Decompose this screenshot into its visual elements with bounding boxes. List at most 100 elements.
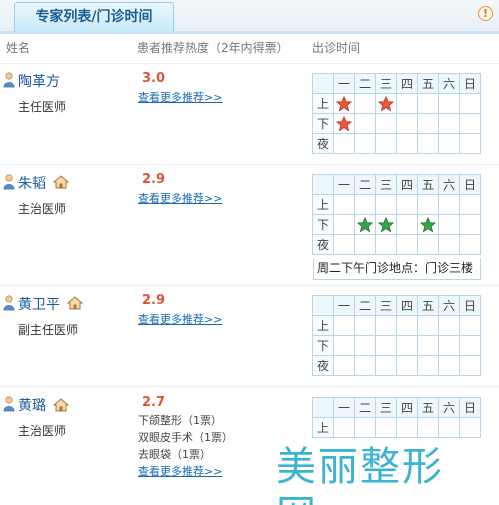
row-divider <box>0 386 499 387</box>
day-header: 二 <box>354 295 376 316</box>
schedule-cell <box>354 93 376 114</box>
period-label: 下 <box>312 113 334 134</box>
rating-score: 2.9 <box>142 172 166 187</box>
schedule-cell <box>354 214 376 235</box>
schedule-cell <box>396 113 418 134</box>
schedule-cell <box>396 315 418 336</box>
schedule-cell <box>396 234 418 255</box>
rating-score: 2.7 <box>142 395 166 410</box>
row-divider <box>0 164 499 165</box>
day-header: 三 <box>375 174 397 195</box>
green-star-icon <box>378 216 394 233</box>
day-header: 四 <box>396 174 418 195</box>
schedule-cell <box>459 214 481 235</box>
schedule-cell <box>438 194 460 215</box>
recommendation-item: 下颌整形（1票） <box>138 414 222 427</box>
day-header: 三 <box>375 73 397 94</box>
red-star-icon <box>336 115 352 132</box>
schedule-cell <box>459 113 481 134</box>
schedule-cell <box>438 214 460 235</box>
period-label: 下 <box>312 335 334 356</box>
column-header-name: 姓名 <box>6 41 31 55</box>
schedule-cell <box>375 335 397 356</box>
schedule-cell <box>438 417 460 438</box>
rating-score: 2.9 <box>142 293 166 308</box>
day-header: 六 <box>438 397 460 418</box>
schedule-cell <box>438 315 460 336</box>
doctor-title: 副主任医师 <box>18 323 79 337</box>
schedule-cell <box>417 194 439 215</box>
home-icon[interactable] <box>67 296 83 310</box>
day-header: 六 <box>438 295 460 316</box>
schedule-cell <box>354 194 376 215</box>
day-header: 一 <box>333 295 355 316</box>
watermark-text: 美丽整形网 <box>276 444 444 505</box>
schedule-table: 一 二 三 四 五 六 日 上 下 夜 <box>312 73 481 154</box>
home-icon[interactable] <box>53 175 69 189</box>
schedule-cell <box>438 113 460 134</box>
day-header: 五 <box>417 397 439 418</box>
day-header: 五 <box>417 295 439 316</box>
schedule-cell <box>375 93 397 114</box>
day-header: 五 <box>417 73 439 94</box>
more-recommendations-link[interactable]: 查看更多推荐>> <box>138 311 222 327</box>
schedule-cell <box>459 417 481 438</box>
schedule-cell <box>417 113 439 134</box>
schedule-cell <box>417 214 439 235</box>
home-icon[interactable] <box>53 398 69 412</box>
schedule-cell <box>354 113 376 134</box>
period-label: 夜 <box>312 355 334 376</box>
doctor-user-icon <box>3 396 15 412</box>
more-recommendations-link[interactable]: 查看更多推荐>> <box>138 190 222 206</box>
day-header: 一 <box>333 174 355 195</box>
schedule-cell <box>417 93 439 114</box>
schedule-cell <box>438 234 460 255</box>
schedule-cell <box>375 234 397 255</box>
doctor-name[interactable]: 朱韬 <box>18 173 46 193</box>
period-label: 上 <box>312 93 334 114</box>
schedule-cell <box>354 355 376 376</box>
schedule-cell <box>459 335 481 356</box>
red-star-icon <box>336 95 352 112</box>
info-icon[interactable]: ! <box>478 6 493 21</box>
schedule-corner <box>312 295 334 316</box>
day-header: 五 <box>417 174 439 195</box>
day-header: 日 <box>459 174 481 195</box>
top-bar: 专家列表/门诊时间 ! <box>0 0 499 34</box>
doctor-name[interactable]: 黄璐 <box>18 395 46 415</box>
schedule-cell <box>417 234 439 255</box>
schedule-cell <box>354 335 376 356</box>
day-header: 三 <box>375 295 397 316</box>
tab-expert-list[interactable]: 专家列表/门诊时间 <box>14 2 174 32</box>
more-recommendations-link[interactable]: 查看更多推荐>> <box>138 89 222 105</box>
doctor-title: 主治医师 <box>18 202 67 216</box>
day-header: 四 <box>396 397 418 418</box>
schedule-cell <box>396 417 418 438</box>
day-header: 日 <box>459 397 481 418</box>
schedule-cell <box>438 355 460 376</box>
doctor-user-icon <box>3 174 15 190</box>
red-star-icon <box>378 95 394 112</box>
day-header: 二 <box>354 397 376 418</box>
doctor-name[interactable]: 黄卫平 <box>18 294 60 314</box>
column-header-rating: 患者推荐热度（2年内得票） <box>137 41 289 55</box>
schedule-cell <box>333 133 355 154</box>
schedule-table: 一 二 三 四 五 六 日 上 下 夜 <box>312 295 481 376</box>
day-header: 日 <box>459 73 481 94</box>
schedule-cell <box>375 417 397 438</box>
day-header: 二 <box>354 73 376 94</box>
schedule-cell <box>333 113 355 134</box>
period-label: 上 <box>312 315 334 336</box>
schedule-cell <box>396 194 418 215</box>
schedule-cell <box>354 133 376 154</box>
schedule-cell <box>396 214 418 235</box>
schedule-cell <box>375 355 397 376</box>
schedule-cell <box>333 355 355 376</box>
schedule-cell <box>396 133 418 154</box>
more-recommendations-link[interactable]: 查看更多推荐>> <box>138 463 222 479</box>
schedule-cell <box>375 214 397 235</box>
doctor-name[interactable]: 陶革方 <box>18 71 60 91</box>
schedule-corner <box>312 397 334 418</box>
period-label: 夜 <box>312 234 334 255</box>
doctor-title: 主治医师 <box>18 424 67 438</box>
